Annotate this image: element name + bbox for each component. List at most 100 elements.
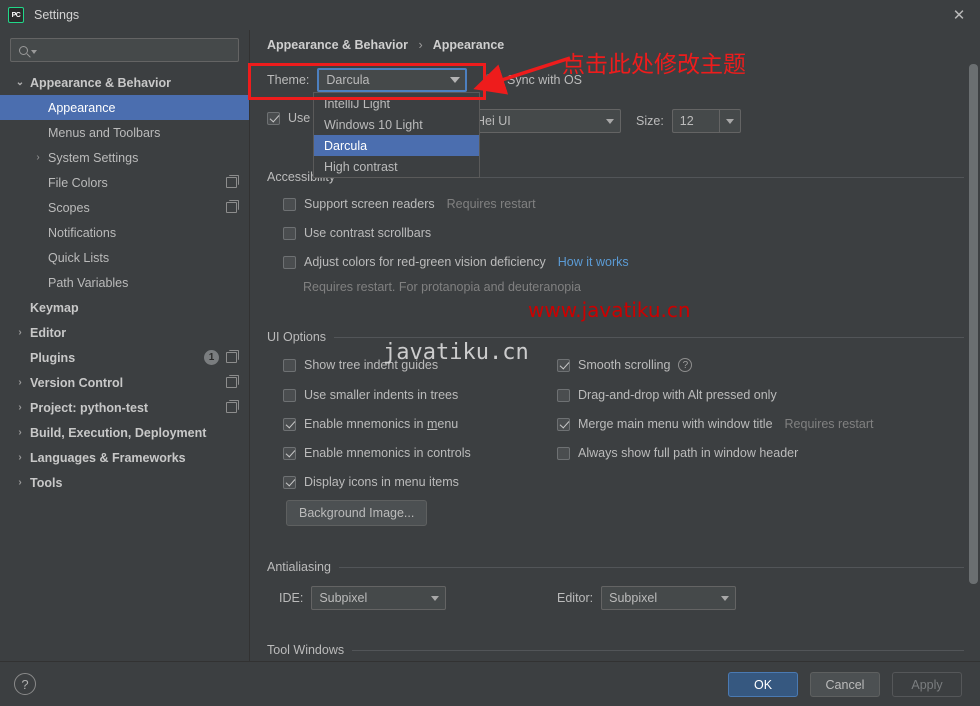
theme-value: Darcula xyxy=(326,73,370,87)
ui-options-title: UI Options xyxy=(267,330,327,344)
sidebar-item-label: Notifications xyxy=(48,225,117,240)
settings-tree: ⌄ Appearance & Behavior Appearance Menus … xyxy=(0,70,249,495)
sidebar-item-build-execution-deployment[interactable]: › Build, Execution, Deployment xyxy=(0,420,249,445)
sidebar-item-version-control[interactable]: › Version Control xyxy=(0,370,249,395)
editor-antialiasing-combobox[interactable]: Subpixel xyxy=(601,586,737,610)
watermark-red: www.javatiku.cn xyxy=(528,298,691,322)
display-icons-menu-label: Display icons in menu items xyxy=(304,475,459,489)
display-icons-menu-checkbox[interactable] xyxy=(283,475,296,489)
tool-windows-title-row: Tool Windows xyxy=(267,643,964,657)
sidebar-item-system-settings[interactable]: › System Settings xyxy=(0,145,249,170)
chevron-down-icon xyxy=(425,595,445,601)
sidebar-item-appearance[interactable]: Appearance xyxy=(0,95,249,120)
chevron-down-icon xyxy=(445,77,465,83)
sidebar-item-notifications[interactable]: Notifications xyxy=(0,220,249,245)
sidebar-item-editor[interactable]: › Editor xyxy=(0,320,249,345)
main-scrollbar[interactable] xyxy=(969,64,978,584)
sidebar-item-menus-and-toolbars[interactable]: Menus and Toolbars xyxy=(0,120,249,145)
chevron-down-icon xyxy=(31,50,37,54)
pycharm-icon: PC xyxy=(8,7,24,23)
smooth-scrolling-checkbox[interactable] xyxy=(557,358,570,372)
merge-main-menu-hint: Requires restart xyxy=(784,417,874,431)
sidebar-item-appearance-behavior[interactable]: ⌄ Appearance & Behavior xyxy=(0,70,249,95)
copy-settings-icon[interactable] xyxy=(226,200,239,213)
sidebar-item-file-colors[interactable]: File Colors xyxy=(0,170,249,195)
sidebar-item-path-variables[interactable]: Path Variables xyxy=(0,270,249,295)
use-smaller-indents-checkbox[interactable] xyxy=(283,388,296,402)
settings-sidebar: ⌄ Appearance & Behavior Appearance Menus … xyxy=(0,30,250,661)
theme-dropdown-list[interactable]: IntelliJ Light Windows 10 Light Darcula Hig… xyxy=(313,92,480,178)
mnemonics-menu-checkbox[interactable] xyxy=(283,417,296,431)
ide-antialiasing-combobox[interactable]: Subpixel xyxy=(311,586,447,610)
background-image-button[interactable]: Background Image... xyxy=(286,500,428,526)
theme-option-intellij-light[interactable]: IntelliJ Light xyxy=(314,93,479,114)
adjust-colors-checkbox[interactable] xyxy=(283,255,296,269)
font-size-input[interactable]: 12 xyxy=(671,109,719,133)
chevron-right-icon: › xyxy=(36,152,40,163)
sidebar-item-label: Plugins xyxy=(30,350,76,365)
title-bar: PC Settings ✕ xyxy=(0,0,980,30)
smooth-scrolling-label: Smooth scrolling xyxy=(578,358,671,372)
show-tree-indent-guides-checkbox[interactable] xyxy=(283,358,296,372)
plugins-update-badge: 1 xyxy=(204,350,219,365)
sidebar-item-label: Project: python-test xyxy=(30,400,149,415)
sidebar-item-label: Languages & Frameworks xyxy=(30,450,186,465)
chevron-right-icon: › xyxy=(18,452,22,463)
sidebar-item-tools[interactable]: › Tools xyxy=(0,470,249,495)
theme-option-darcula[interactable]: Darcula xyxy=(314,135,479,156)
use-smaller-indents-row: Use smaller indents in trees xyxy=(283,388,458,402)
help-icon[interactable]: ? xyxy=(14,673,36,695)
window-title: Settings xyxy=(34,8,80,22)
contrast-scrollbars-checkbox[interactable] xyxy=(283,226,296,240)
how-it-works-link[interactable]: How it works xyxy=(558,255,629,269)
editor-antialiasing-value: Subpixel xyxy=(609,591,658,605)
use-smaller-indents-label: Use smaller indents in trees xyxy=(304,388,459,402)
sidebar-item-quick-lists[interactable]: Quick Lists xyxy=(0,245,249,270)
ide-antialiasing-value: Subpixel xyxy=(319,591,368,605)
sidebar-item-languages-frameworks[interactable]: › Languages & Frameworks xyxy=(0,445,249,470)
theme-combobox[interactable]: Darcula xyxy=(317,68,468,92)
annotation-callout-text: 点击此处修改主题 xyxy=(562,52,746,78)
support-screen-readers-checkbox[interactable] xyxy=(283,197,296,211)
drag-drop-alt-checkbox[interactable] xyxy=(557,388,570,402)
copy-settings-icon[interactable] xyxy=(226,350,239,363)
tool-windows-group: Tool Windows xyxy=(267,643,964,657)
sidebar-item-keymap[interactable]: Keymap xyxy=(0,295,249,320)
merge-main-menu-checkbox[interactable] xyxy=(557,417,570,431)
search-input[interactable] xyxy=(10,38,239,62)
search-wrapper xyxy=(0,30,249,68)
sync-with-os-checkbox[interactable] xyxy=(486,73,499,87)
sidebar-item-project-python-test[interactable]: › Project: python-test xyxy=(0,395,249,420)
help-icon[interactable]: ? xyxy=(678,358,693,372)
sidebar-item-label: Path Variables xyxy=(48,275,129,290)
antialiasing-title-row: Antialiasing xyxy=(267,560,964,574)
sidebar-item-scopes[interactable]: Scopes xyxy=(0,195,249,220)
support-screen-readers-row: Support screen readers Requires restart xyxy=(283,197,536,211)
close-icon[interactable]: ✕ xyxy=(948,6,970,24)
cancel-button[interactable]: Cancel xyxy=(810,672,880,697)
font-family-combobox[interactable]: Hei UI xyxy=(468,109,621,133)
divider xyxy=(352,649,964,651)
use-custom-font-checkbox[interactable] xyxy=(267,111,280,125)
breadcrumb-root[interactable]: Appearance & Behavior xyxy=(267,38,408,52)
theme-option-windows-10-light[interactable]: Windows 10 Light xyxy=(314,114,479,135)
theme-option-high-contrast[interactable]: High contrast xyxy=(314,156,479,177)
copy-settings-icon[interactable] xyxy=(226,400,239,413)
support-screen-readers-hint: Requires restart xyxy=(446,197,536,211)
copy-settings-icon[interactable] xyxy=(226,375,239,388)
adjust-colors-label: Adjust colors for red-green vision defic… xyxy=(304,255,546,269)
chevron-right-icon: › xyxy=(18,327,22,338)
font-size-dropdown-button[interactable] xyxy=(718,109,741,133)
ok-button[interactable]: OK xyxy=(728,672,798,697)
drag-drop-alt-label: Drag-and-drop with Alt pressed only xyxy=(578,388,777,402)
font-size-value: 12 xyxy=(679,114,694,128)
full-path-header-checkbox[interactable] xyxy=(557,446,570,460)
mnemonics-controls-checkbox[interactable] xyxy=(283,446,296,460)
apply-button: Apply xyxy=(892,672,962,697)
sidebar-item-plugins[interactable]: Plugins 1 xyxy=(0,345,249,370)
theme-label: Theme: xyxy=(267,73,310,87)
theme-row: Theme: Darcula xyxy=(267,68,468,92)
copy-settings-icon[interactable] xyxy=(226,175,239,188)
